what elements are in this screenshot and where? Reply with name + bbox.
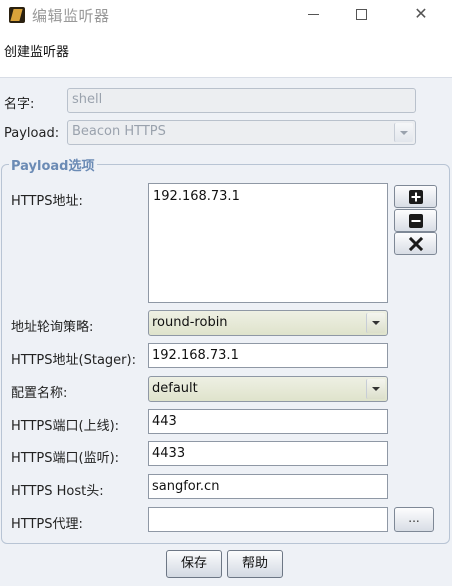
close-button[interactable]: ✕ [398,0,444,30]
title-bar: 编辑监听器 ✕ [0,0,452,30]
proxy-label: HTTPS代理: [11,517,83,532]
profile-label: 配置名称: [11,386,68,401]
help-button[interactable]: 帮助 [227,550,283,578]
minus-icon [409,214,423,228]
https-hosts-label: HTTPS地址: [11,194,83,209]
port-label: HTTPS端口(上线): [11,419,120,434]
name-label: 名字: [4,97,35,112]
close-icon: ✕ [414,4,428,23]
rotation-label: 地址轮询策略: [11,320,94,335]
payload-label: Payload: [4,126,60,141]
chevron-down-icon [366,379,385,399]
minimize-button[interactable] [290,0,336,30]
bind-port-field[interactable]: 4433 [148,441,388,466]
clear-hosts-button[interactable] [394,232,437,255]
stager-host-field[interactable]: 192.168.73.1 [148,343,388,368]
rotation-select-value: round-robin [152,315,228,330]
payload-select[interactable]: Beacon HTTPS [67,120,416,145]
payload-options-title: Payload选项 [9,155,97,174]
chevron-down-icon [394,123,413,142]
add-host-button[interactable] [394,185,437,208]
stager-label: HTTPS地址(Stager): [11,353,136,368]
proxy-config-button[interactable]: ... [394,507,434,532]
chevron-down-icon [366,313,385,333]
plus-icon [409,190,423,204]
proxy-field[interactable] [148,507,388,532]
profile-select[interactable]: default [148,376,388,402]
window-title: 编辑监听器 [32,7,110,25]
profile-select-value: default [152,381,198,396]
host-header-field[interactable]: sangfor.cn [148,474,388,499]
app-icon [9,7,25,23]
maximize-button[interactable] [338,0,384,30]
https-hosts-textarea[interactable]: 192.168.73.1 [148,183,388,303]
save-button[interactable]: 保存 [166,550,222,578]
port-field[interactable]: 443 [148,409,388,434]
name-field[interactable]: shell [67,88,416,113]
dialog-description: 创建监听器 [4,45,70,60]
rotation-select[interactable]: round-robin [148,310,388,336]
remove-host-button[interactable] [394,209,437,232]
description-panel: 创建监听器 [0,30,452,78]
x-icon [408,236,424,252]
payload-select-value: Beacon HTTPS [72,124,166,139]
bind-port-label: HTTPS端口(监听): [11,451,120,466]
host-header-label: HTTPS Host头: [11,484,104,499]
minimize-icon [307,14,319,15]
maximize-icon [355,9,367,20]
